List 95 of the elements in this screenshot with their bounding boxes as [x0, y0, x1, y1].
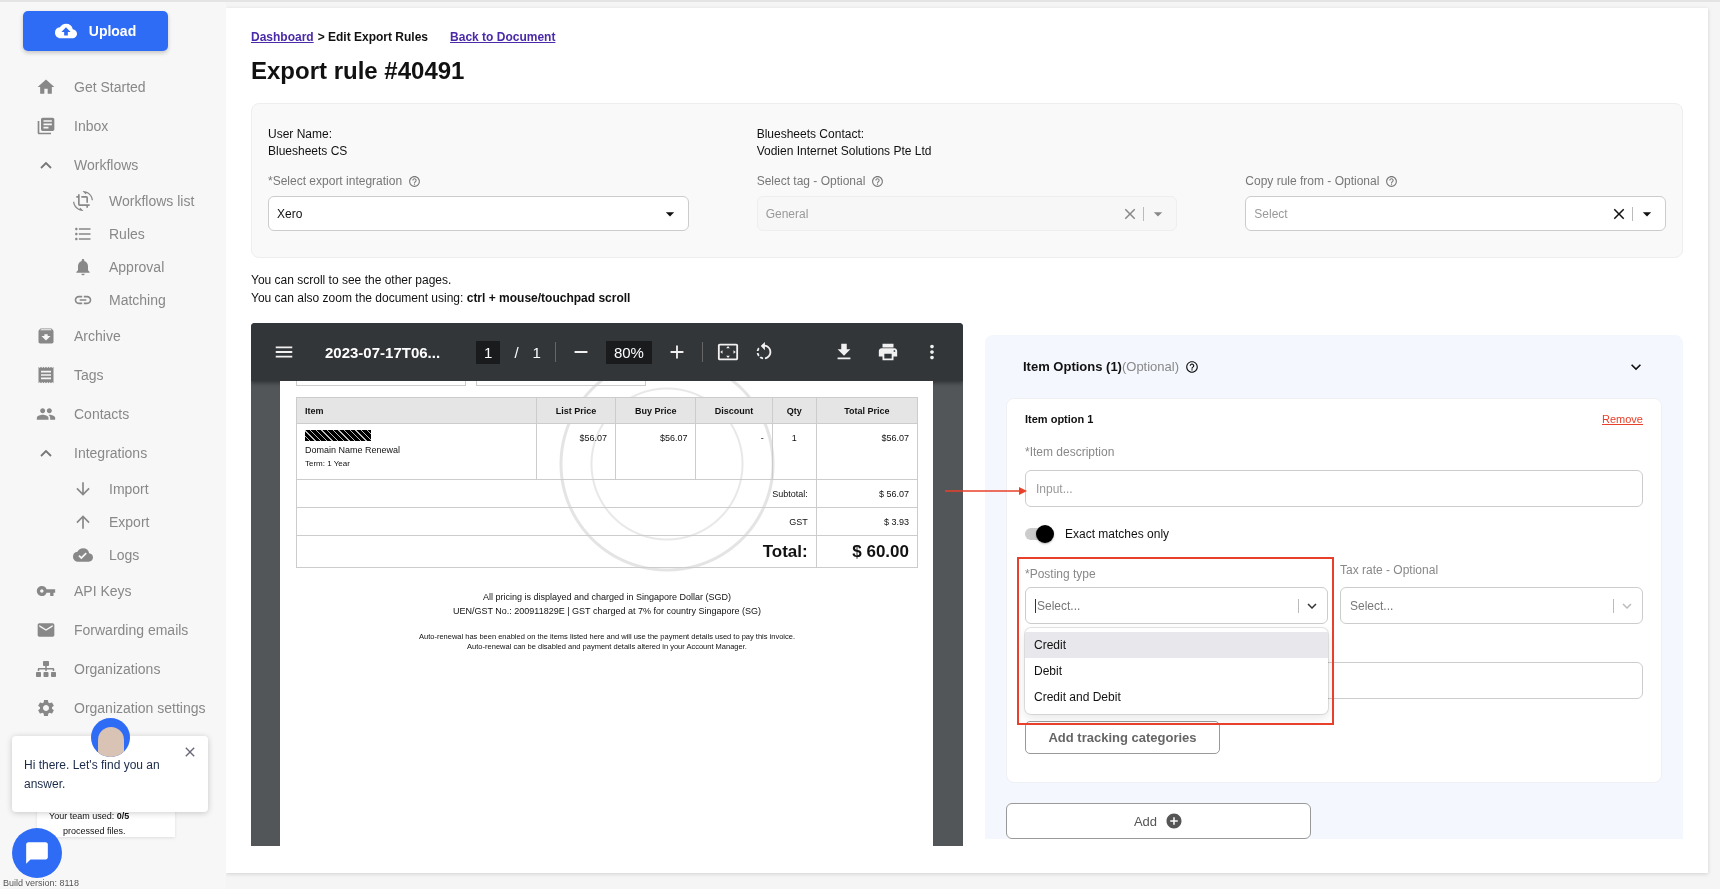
table-cell: $56.07 — [816, 423, 918, 480]
table-cell: - — [695, 423, 773, 480]
usage-note: processed files. — [62, 825, 127, 838]
field-label: *Posting type — [1025, 567, 1097, 581]
sidebar-item[interactable]: Organization settings — [0, 688, 226, 727]
column-header: Total Price — [816, 397, 918, 424]
section-title: Item Options (1) — [1023, 359, 1122, 374]
chat-button[interactable] — [12, 828, 62, 878]
field-label: Copy rule from - Optional — [1245, 174, 1380, 188]
sidebar-item[interactable]: Approval — [0, 250, 226, 283]
sidebar-item[interactable]: Logs — [0, 538, 226, 571]
field-label: User Name: — [268, 126, 333, 143]
table-cell: $56.07 — [615, 423, 696, 480]
column-header: Discount — [695, 397, 773, 424]
sitemap-icon — [36, 658, 56, 679]
zoom-field[interactable]: 80% — [605, 340, 652, 364]
inbox-icon — [36, 115, 56, 136]
receipt-icon — [36, 364, 56, 385]
dropdown-option[interactable]: Credit and Debit — [1025, 684, 1328, 710]
chevron-up-icon — [40, 448, 52, 457]
sidebar-item[interactable]: Integrations — [0, 433, 226, 472]
sidebar-item[interactable]: Export — [0, 505, 226, 538]
chevron-up-icon — [40, 160, 52, 169]
print-icon[interactable] — [877, 341, 899, 363]
total-value: $ 56.07 — [816, 479, 918, 508]
field-label: Select tag - Optional — [756, 174, 866, 188]
item-text: Domain Name Renewal — [305, 444, 402, 457]
select-field[interactable]: Select — [1245, 196, 1666, 231]
sidebar-item[interactable]: API Keys — [0, 571, 226, 610]
chat-icon — [24, 840, 50, 866]
total-value: $ 3.93 — [816, 507, 918, 536]
sidebar-item[interactable]: Get Started — [0, 67, 226, 106]
sidebar-item[interactable]: Import — [0, 472, 226, 505]
sidebar-item[interactable]: Inbox — [0, 106, 226, 145]
sidebar-item[interactable]: Contacts — [0, 394, 226, 433]
item-note: Term: 1 Year — [305, 458, 351, 470]
column-header: Qty — [772, 397, 817, 424]
page-field[interactable]: 1 — [476, 340, 501, 364]
remove-link[interactable]: Remove — [1602, 413, 1643, 425]
card-title: Item option 1 — [1025, 413, 1094, 425]
total-label: Total: — [296, 535, 817, 568]
help-icon[interactable] — [1185, 359, 1200, 374]
field-label: Tax rate - Optional — [1340, 563, 1440, 577]
sidebar-item[interactable]: Archive — [0, 316, 226, 355]
column-header: List Price — [536, 397, 616, 424]
hint-text: You can also zoom the document using: ctrl + mouse/touchpad scroll — [251, 290, 632, 307]
upload-button[interactable]: Upload — [23, 11, 168, 51]
footer-text: All pricing is displayed and charged in Singapore Dollar (SGD) — [481, 591, 733, 604]
file-name: 2023-07-17T06... — [325, 343, 441, 361]
select-field[interactable]: Select... — [1025, 587, 1328, 624]
page-title: Export rule #40491 — [251, 57, 466, 85]
usage-text: Your team used: 0/5 — [49, 810, 131, 823]
dropdown-option[interactable]: Credit — [1025, 632, 1328, 658]
field-value: Vodien Internet Solutions Pte Ltd — [756, 143, 933, 160]
dropdown-option[interactable]: Debit — [1025, 658, 1328, 684]
sidebar-item[interactable]: Rules — [0, 217, 226, 250]
table-cell: 1 — [772, 423, 817, 480]
back-link[interactable]: Back to Document — [450, 30, 556, 44]
sidebar-item[interactable]: Workflows — [0, 145, 226, 184]
toggle-switch[interactable] — [1025, 528, 1053, 540]
bell-icon — [73, 256, 93, 277]
input-field[interactable]: Input... — [1025, 470, 1643, 507]
hint-text: You can scroll to see the other pages. — [251, 272, 453, 289]
sidebar-item[interactable]: Workflows list — [0, 184, 226, 217]
column-header: Buy Price — [615, 397, 696, 424]
chat-message: Hi there. Let's find you an answer. — [24, 757, 161, 793]
field-label: *Item description — [1025, 445, 1116, 459]
sidebar-item[interactable]: Organizations — [0, 649, 226, 688]
breadcrumb-current: > Edit Export Rules — [317, 30, 429, 44]
breadcrumb-link[interactable]: Dashboard — [251, 30, 314, 44]
table-cell: $56.07 — [536, 423, 616, 480]
total-label: GST — [296, 507, 817, 536]
field-label: Bluesheets Contact: — [756, 126, 866, 143]
crop-rotate-icon — [73, 190, 93, 211]
sidebar-item[interactable]: Forwarding emails — [0, 610, 226, 649]
sidebar-item[interactable]: Matching — [0, 283, 226, 316]
redaction-block — [305, 430, 371, 441]
add-button[interactable]: Add — [1006, 803, 1311, 839]
optional-label: (Optional) — [1121, 359, 1180, 374]
total-value: $ 60.00 — [816, 535, 918, 568]
page-count: 1 — [532, 343, 541, 361]
field-value: Bluesheets CS — [268, 143, 349, 160]
toggle-label: Exact matches only — [1065, 527, 1170, 541]
build-version: Build version: 8118 — [3, 878, 79, 888]
page-separator: / — [514, 343, 519, 361]
select-field[interactable]: Select... — [1340, 587, 1643, 624]
add-tracking-button[interactable]: Add tracking categories — [1025, 721, 1220, 754]
fit-page-icon[interactable] — [716, 341, 739, 363]
settings-icon — [36, 697, 56, 718]
field-label: *Select export integration — [268, 174, 403, 188]
select-field[interactable]: Xero — [268, 196, 689, 231]
footer-text: UEN/GST No.: 200911829E | GST charged at 7% for country Singapore (SG) — [452, 605, 762, 618]
column-header: Item — [296, 397, 537, 424]
sidebar-item[interactable]: Tags — [0, 355, 226, 394]
total-label: Subtotal: — [296, 479, 817, 508]
